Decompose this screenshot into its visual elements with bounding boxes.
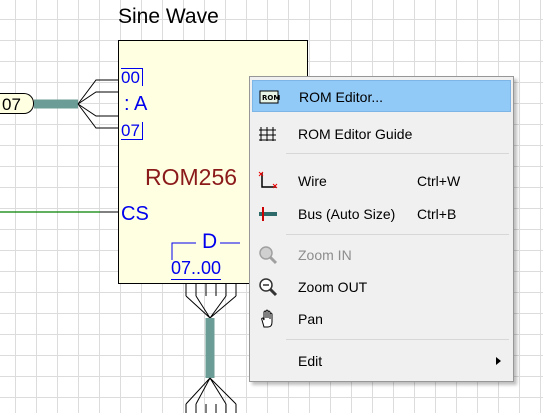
- zoom-out-icon: [258, 277, 280, 297]
- zoom-in-icon: [258, 245, 280, 265]
- hand-pan-icon: [258, 309, 280, 329]
- svg-text:ROM: ROM: [262, 94, 280, 102]
- menu-item-zoom-out[interactable]: Zoom OUT: [252, 271, 511, 303]
- rom-chip-icon: ROM: [259, 87, 281, 107]
- addr-bottom-label: 07: [121, 122, 143, 140]
- menu-label: ROM Editor...: [299, 89, 384, 105]
- menu-label: Zoom OUT: [298, 279, 368, 295]
- context-menu: ROM ROM Editor... ROM Editor Guide Wire …: [249, 76, 514, 382]
- circuit-title: Sine Wave: [118, 5, 219, 28]
- menu-item-rom-editor[interactable]: ROM ROM Editor...: [252, 80, 511, 112]
- addr-pin-label: : A: [124, 93, 148, 115]
- menu-item-pan[interactable]: Pan: [252, 303, 511, 335]
- grid-guide-icon: [258, 124, 280, 144]
- menu-item-bus[interactable]: Bus (Auto Size) Ctrl+B: [252, 198, 511, 230]
- menu-label: Pan: [298, 311, 323, 327]
- menu-label: Wire: [298, 173, 327, 189]
- menu-shortcut: Ctrl+B: [417, 206, 457, 222]
- menu-item-edit[interactable]: Edit: [252, 345, 511, 377]
- bus-label[interactable]: 07: [0, 93, 34, 114]
- data-range-label: 07..00: [171, 258, 222, 280]
- menu-item-wire[interactable]: Wire Ctrl+W: [252, 165, 511, 197]
- menu-label: Bus (Auto Size): [298, 206, 396, 222]
- menu-item-rom-editor-guide[interactable]: ROM Editor Guide: [252, 118, 511, 150]
- cs-label: CS: [121, 203, 149, 225]
- menu-label: Zoom IN: [298, 247, 352, 263]
- menu-label: Edit: [298, 353, 323, 369]
- submenu-arrow-icon: [496, 357, 501, 365]
- menu-shortcut: Ctrl+W: [417, 173, 461, 189]
- address-fanout: [77, 79, 118, 129]
- wire-icon: [258, 171, 280, 191]
- schematic-canvas[interactable]: Sine Wave 07 00 : A 07 ROM256 CS D 07..0…: [0, 0, 543, 413]
- bus-icon: [258, 204, 280, 224]
- menu-item-zoom-in[interactable]: Zoom IN: [252, 239, 511, 271]
- menu-label: ROM Editor Guide: [298, 126, 413, 142]
- rom-name: ROM256: [145, 164, 238, 190]
- addr-top-label: 00: [121, 68, 143, 86]
